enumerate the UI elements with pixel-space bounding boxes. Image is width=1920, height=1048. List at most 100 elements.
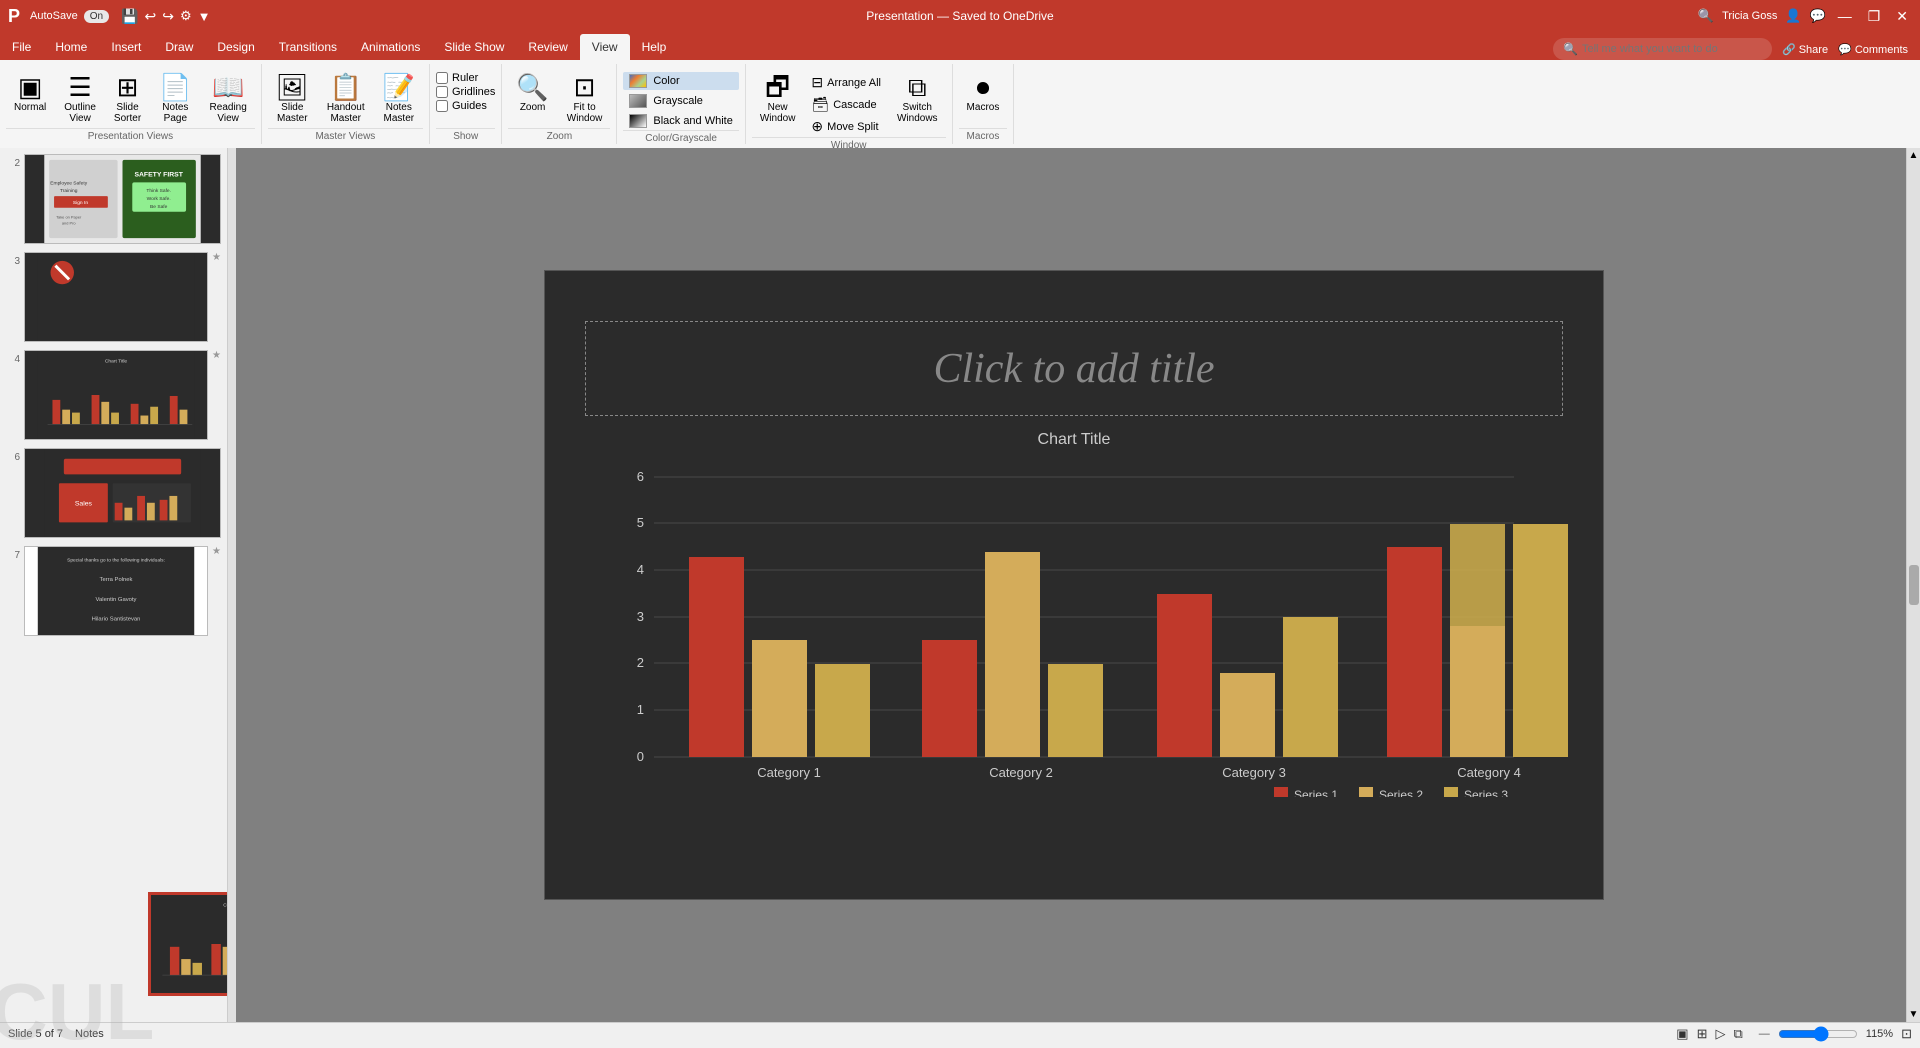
- btn-cascade[interactable]: 🗃 Cascade: [805, 94, 887, 115]
- bottom-notes-btn[interactable]: Notes: [75, 1028, 104, 1040]
- title-placeholder[interactable]: Click to add title: [585, 321, 1563, 416]
- btn-notes-page[interactable]: 📄 NotesPage: [151, 70, 199, 128]
- slide-img-7[interactable]: Special thanks go to the following indiv…: [24, 546, 208, 636]
- reading-view-label: ReadingView: [210, 102, 247, 124]
- svg-text:Sales: Sales: [75, 501, 93, 508]
- title-bar-left: P AutoSave On 💾 ↩ ↪ ⚙ ▼: [8, 6, 211, 27]
- btn-switch-windows[interactable]: ⧉ SwitchWindows: [889, 70, 946, 128]
- arrange-all-label: Arrange All: [827, 77, 881, 89]
- slide-sorter-btn[interactable]: ⊞: [1697, 1026, 1708, 1042]
- slide-img-2[interactable]: SAFETY FIRST Think Safe. Work Safe. Be S…: [24, 154, 221, 244]
- tab-view[interactable]: View: [580, 34, 630, 60]
- share-icon[interactable]: 👤: [1785, 8, 1801, 24]
- slide-thumb-3[interactable]: 3 ★: [4, 250, 223, 344]
- zoom-label-bottom: —: [1759, 1028, 1770, 1040]
- quick-save-icon[interactable]: 💾: [121, 8, 138, 25]
- slide-img-3[interactable]: [24, 252, 208, 342]
- btn-macros[interactable]: ⏺ Macros: [959, 70, 1008, 117]
- svg-text:Work Safe.: Work Safe.: [147, 196, 171, 202]
- slide-thumb-4[interactable]: 4 Chart Title: [4, 348, 223, 442]
- gridlines-checkbox-row[interactable]: Gridlines: [436, 86, 495, 98]
- btn-move-split[interactable]: ⊕ Move Split: [805, 116, 887, 137]
- ribbon-tabs: File Home Insert Draw Design Transitions…: [0, 32, 1920, 60]
- title-bar-right: 🔍 Tricia Goss 👤 💬 — ❐ ✕: [1698, 8, 1912, 25]
- btn-black-white[interactable]: Black and White: [623, 112, 738, 130]
- tab-transitions[interactable]: Transitions: [267, 34, 349, 60]
- outline-icon: ☰: [68, 74, 91, 100]
- tab-slideshow[interactable]: Slide Show: [432, 34, 516, 60]
- tab-home[interactable]: Home: [43, 34, 99, 60]
- zoom-label: Zoom: [520, 102, 546, 113]
- ruler-checkbox-row[interactable]: Ruler: [436, 72, 495, 84]
- left-scroll[interactable]: [228, 148, 236, 1022]
- btn-arrange-all[interactable]: ⊟ Arrange All: [805, 72, 887, 93]
- scroll-down-btn[interactable]: ▼: [1909, 1009, 1919, 1020]
- comments-icon[interactable]: 💬: [1810, 8, 1826, 24]
- zoom-slider[interactable]: [1778, 1026, 1858, 1042]
- tab-review[interactable]: Review: [516, 34, 579, 60]
- slide-7-preview: Special thanks go to the following indiv…: [25, 547, 207, 635]
- slide-img-6[interactable]: Sales: [24, 448, 221, 538]
- share-btn[interactable]: 🔗 Share: [1782, 43, 1828, 56]
- btn-grayscale[interactable]: Grayscale: [623, 92, 738, 110]
- slide-num-7: 7: [6, 546, 20, 561]
- slide-thumb-6[interactable]: 6 Sales: [4, 446, 223, 540]
- btn-new-window[interactable]: 🗗 NewWindow: [752, 70, 804, 128]
- macros-icon: ⏺: [976, 74, 989, 100]
- svg-text:Category 4: Category 4: [1457, 765, 1521, 780]
- gridlines-checkbox[interactable]: [436, 86, 448, 98]
- scroll-thumb[interactable]: [1909, 565, 1919, 605]
- tab-file[interactable]: File: [0, 34, 43, 60]
- slide-thumb-2[interactable]: 2 SAFETY FIRST Think Safe. Work Safe. Be…: [4, 152, 223, 246]
- fit-slide-btn[interactable]: ⊡: [1901, 1026, 1912, 1042]
- btn-color[interactable]: Color: [623, 72, 738, 90]
- slide-img-4[interactable]: Chart Title: [24, 350, 208, 440]
- normal-view-btn[interactable]: ▣: [1676, 1026, 1688, 1042]
- zoom-level: 115%: [1866, 1028, 1893, 1040]
- tab-insert[interactable]: Insert: [99, 34, 153, 60]
- gridlines-label: Gridlines: [452, 86, 495, 98]
- ribbon-search-input[interactable]: [1582, 43, 1762, 55]
- btn-outline-view[interactable]: ☰ OutlineView: [56, 70, 104, 128]
- tab-design[interactable]: Design: [205, 34, 266, 60]
- slide-panel: 2 SAFETY FIRST Think Safe. Work Safe. Be…: [0, 148, 228, 1022]
- move-split-icon: ⊕: [811, 118, 823, 135]
- btn-zoom[interactable]: 🔍 Zoom: [508, 70, 556, 117]
- svg-text:6: 6: [637, 469, 644, 484]
- tab-draw[interactable]: Draw: [153, 34, 205, 60]
- btn-reading-view[interactable]: 📖 ReadingView: [202, 70, 255, 128]
- ribbon-content: ▣ Normal ☰ OutlineView ⊞ SlideSorter 📄 N…: [0, 60, 1920, 148]
- btn-slide-master[interactable]: 🖼 SlideMaster: [268, 70, 317, 128]
- ruler-checkbox[interactable]: [436, 72, 448, 84]
- tab-animations[interactable]: Animations: [349, 34, 432, 60]
- close-btn[interactable]: ✕: [1892, 8, 1912, 25]
- guides-checkbox-row[interactable]: Guides: [436, 100, 495, 112]
- undo-icon[interactable]: ↩: [145, 8, 157, 25]
- extra-tools-icon[interactable]: ⚙: [180, 8, 192, 24]
- btn-fit-to-window[interactable]: ⊡ Fit toWindow: [559, 70, 611, 128]
- svg-text:Valentin Gavoty: Valentin Gavoty: [96, 597, 137, 603]
- btn-slide-sorter[interactable]: ⊞ SlideSorter: [106, 70, 149, 128]
- svg-text:Employee Safety: Employee Safety: [50, 180, 87, 186]
- btn-notes-master[interactable]: 📝 NotesMaster: [375, 70, 423, 128]
- slide-thumb-7[interactable]: 7 Special thanks go to the following ind…: [4, 544, 223, 638]
- right-scrollbar[interactable]: ▲ ▼: [1906, 148, 1920, 1022]
- guides-checkbox[interactable]: [436, 100, 448, 112]
- slideshow-btn[interactable]: ⧉: [1733, 1026, 1742, 1042]
- tab-help[interactable]: Help: [630, 34, 679, 60]
- comments-btn-header[interactable]: 💬 Comments: [1838, 43, 1908, 56]
- notes-master-icon: 📝: [383, 74, 415, 100]
- scroll-up-btn[interactable]: ▲: [1909, 150, 1919, 161]
- autosave-toggle[interactable]: On: [84, 10, 109, 23]
- customize-icon[interactable]: ▼: [198, 9, 211, 24]
- slide-5-large-thumb[interactable]: Chart Title: [148, 892, 228, 996]
- minimize-btn[interactable]: —: [1834, 8, 1856, 24]
- btn-normal[interactable]: ▣ Normal: [6, 70, 54, 117]
- search-titlebar-icon[interactable]: 🔍: [1698, 8, 1714, 24]
- reading-view-btn[interactable]: ▷: [1715, 1026, 1725, 1042]
- btn-handout-master[interactable]: 📋 HandoutMaster: [319, 70, 373, 128]
- restore-btn[interactable]: ❐: [1864, 8, 1885, 25]
- redo-icon[interactable]: ↪: [162, 8, 174, 25]
- normal-view-icon: ▣: [18, 74, 43, 100]
- slide-5-large-preview: Chart Title: [151, 895, 228, 993]
